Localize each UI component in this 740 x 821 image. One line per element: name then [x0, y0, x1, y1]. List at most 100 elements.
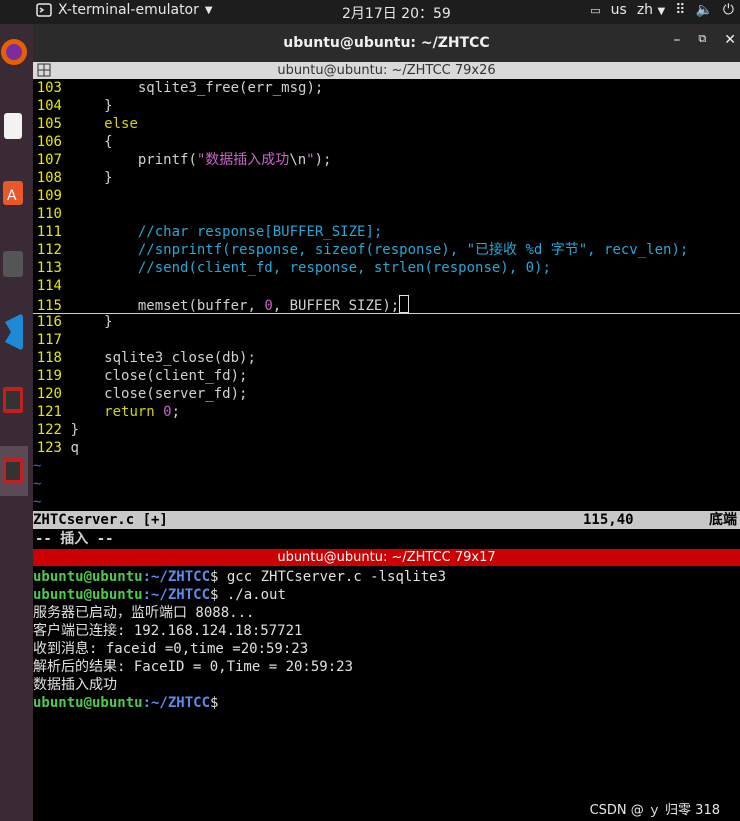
power-icon[interactable]: ⏻ — [723, 2, 734, 18]
shell-text: 服务器已启动，监听端口 8088... — [33, 605, 255, 621]
svg-text:A: A — [7, 188, 17, 204]
system-top-bar: X-terminal-emulator ▼ 2月17日 20：59 ▭ us z… — [0, 0, 740, 24]
code-line[interactable]: 107 printf("数据插入成功\n"); — [33, 151, 740, 169]
shell-command-line: ubuntu@ubuntu:~/ZHTCC$ gcc ZHTCserver.c … — [33, 568, 740, 586]
code-token: , BUFFER_SIZE); — [272, 298, 400, 314]
code-line[interactable]: 106 { — [33, 133, 740, 151]
status-file: ZHTCserver.c [+] — [33, 512, 168, 528]
window-title-bar[interactable]: ubuntu@ubuntu: ~/ZHTCC – ⧉ ✕ — [33, 24, 740, 62]
code-token: sqlite3_close(db); — [70, 350, 256, 366]
code-token: //char response[BUFFER_SIZE]; — [70, 224, 383, 240]
empty-buffer-line: ~ — [33, 494, 42, 510]
vim-status-line: ZHTCserver.c [+] 115,40 底端 — [33, 511, 740, 529]
status-position: 115,40 — [583, 512, 634, 528]
line-number: 118 — [36, 350, 62, 366]
keyboard-icon[interactable]: ▭ — [590, 4, 600, 17]
code-line[interactable]: 118 sqlite3_close(db); — [33, 349, 740, 367]
clock[interactable]: 2月17日 20：59 — [342, 3, 451, 23]
software-center-icon[interactable]: A — [0, 172, 28, 212]
line-number: 110 — [36, 206, 62, 222]
code-token: } — [70, 98, 113, 114]
cursor-line — [33, 313, 740, 314]
line-number: 114 — [36, 278, 62, 294]
line-number: 116 — [36, 314, 62, 330]
code-token: //send(client_fd, response, strlen(respo… — [70, 260, 551, 276]
shell-output[interactable]: ubuntu@ubuntu:~/ZHTCC$ gcc ZHTCserver.c … — [33, 568, 740, 712]
code-line[interactable]: 122 } — [33, 421, 740, 439]
code-line[interactable]: 123 q — [33, 439, 740, 457]
window-title: ubuntu@ubuntu: ~/ZHTCC — [283, 35, 490, 51]
code-line[interactable]: 119 close(client_fd); — [33, 367, 740, 385]
input-method-label[interactable]: us — [611, 2, 627, 18]
code-token: ); — [314, 152, 332, 168]
editor-pane-title-bar[interactable]: ubuntu@ubuntu: ~/ZHTCC 79x26 — [33, 62, 740, 79]
code-line[interactable]: 114 — [33, 277, 740, 295]
shell-text: 客户端已连接: 192.168.124.18:57721 — [33, 623, 303, 639]
code-token: q — [70, 440, 79, 456]
blank-app-icon[interactable] — [0, 244, 28, 284]
vscode-icon[interactable] — [0, 308, 28, 356]
close-icon[interactable]: ✕ — [724, 32, 736, 48]
csdn-watermark: CSDN @ ｙ 归零 318 — [589, 803, 720, 818]
code-token: " — [306, 152, 315, 168]
status-percent: 底端 — [709, 512, 737, 528]
volume-icon[interactable]: 🔈 — [695, 2, 712, 18]
code-token: ; — [171, 404, 181, 420]
terminal-icon-2[interactable] — [0, 446, 28, 496]
app-menu[interactable]: X-terminal-emulator ▼ — [36, 2, 213, 18]
code-line[interactable]: 121 return 0; — [33, 403, 740, 421]
shell-text: 收到消息: faceid =0,time =20:59:23 — [33, 641, 309, 657]
vim-editor[interactable]: 103 sqlite3_free(err_msg); 104 } 105 else 1… — [33, 79, 740, 511]
shell-output-line: 服务器已启动，监听端口 8088... — [33, 604, 740, 622]
line-number: 111 — [36, 224, 62, 240]
shell-command-line: ubuntu@ubuntu:~/ZHTCC$ ./a.out — [33, 586, 740, 604]
line-number: 112 — [36, 242, 62, 258]
line-number: 103 — [36, 80, 62, 96]
text-cursor — [399, 295, 410, 313]
code-line[interactable]: 112 //snprintf(response, sizeof(response… — [33, 241, 740, 259]
chevron-down-icon: ▼ — [657, 6, 666, 17]
code-line[interactable]: 109 — [33, 187, 740, 205]
code-line[interactable]: 104 } — [33, 97, 740, 115]
network-icon[interactable]: ⠿ — [675, 2, 685, 18]
line-number: 121 — [36, 404, 62, 420]
line-number: 122 — [36, 422, 62, 438]
code-line[interactable]: 113 //send(client_fd, response, strlen(r… — [33, 259, 740, 277]
editor-pane-title: ubuntu@ubuntu: ~/ZHTCC 79x26 — [277, 63, 496, 78]
prompt-path: :~/ZHTCC — [142, 569, 211, 585]
prompt-sign: $ — [210, 695, 219, 711]
prompt-user: ubuntu@ubuntu — [33, 695, 143, 711]
line-number: 113 — [36, 260, 62, 276]
minimize-icon[interactable]: – — [673, 32, 680, 48]
code-token: } — [70, 422, 79, 438]
code-token: //snprintf(response, sizeof(response), "… — [70, 242, 689, 258]
files-icon[interactable] — [0, 106, 28, 146]
shell-text: 解析后的结果: FaceID = 0,Time = 20:59:23 — [33, 659, 354, 675]
code-token: "数据插入成功 — [196, 152, 290, 168]
shell-output-line: 客户端已连接: 192.168.124.18:57721 — [33, 622, 740, 640]
code-line[interactable]: 105 else — [33, 115, 740, 133]
empty-buffer-line: ~ — [33, 476, 42, 492]
line-number: 123 — [36, 440, 62, 456]
code-line[interactable]: 111 //char response[BUFFER_SIZE]; — [33, 223, 740, 241]
terminal-icon-1[interactable] — [0, 380, 28, 420]
shell-pane-title-bar[interactable]: ubuntu@ubuntu: ~/ZHTCC 79x17 — [33, 549, 740, 566]
code-line[interactable]: 108 } — [33, 169, 740, 187]
code-token: printf( — [70, 152, 197, 168]
code-line[interactable]: 115 memset(buffer, 0, BUFFER_SIZE); — [33, 295, 740, 314]
line-number: 120 — [36, 386, 62, 402]
shell-output-line: 解析后的结果: FaceID = 0,Time = 20:59:23 — [33, 658, 740, 676]
code-line[interactable]: 117 — [33, 331, 740, 349]
code-line[interactable]: 110 — [33, 205, 740, 223]
code-token: { — [70, 134, 113, 150]
line-number: 117 — [36, 332, 62, 348]
code-line[interactable]: 116 } — [33, 313, 740, 331]
vim-mode-indicator: -- 插入 -- — [35, 531, 114, 547]
firefox-icon[interactable] — [0, 32, 28, 72]
code-line[interactable]: 120 close(server_fd); — [33, 385, 740, 403]
maximize-icon[interactable]: ⧉ — [698, 32, 706, 48]
code-line[interactable]: 103 sqlite3_free(err_msg); — [33, 79, 740, 97]
language-indicator[interactable]: zh ▼ — [637, 2, 665, 18]
